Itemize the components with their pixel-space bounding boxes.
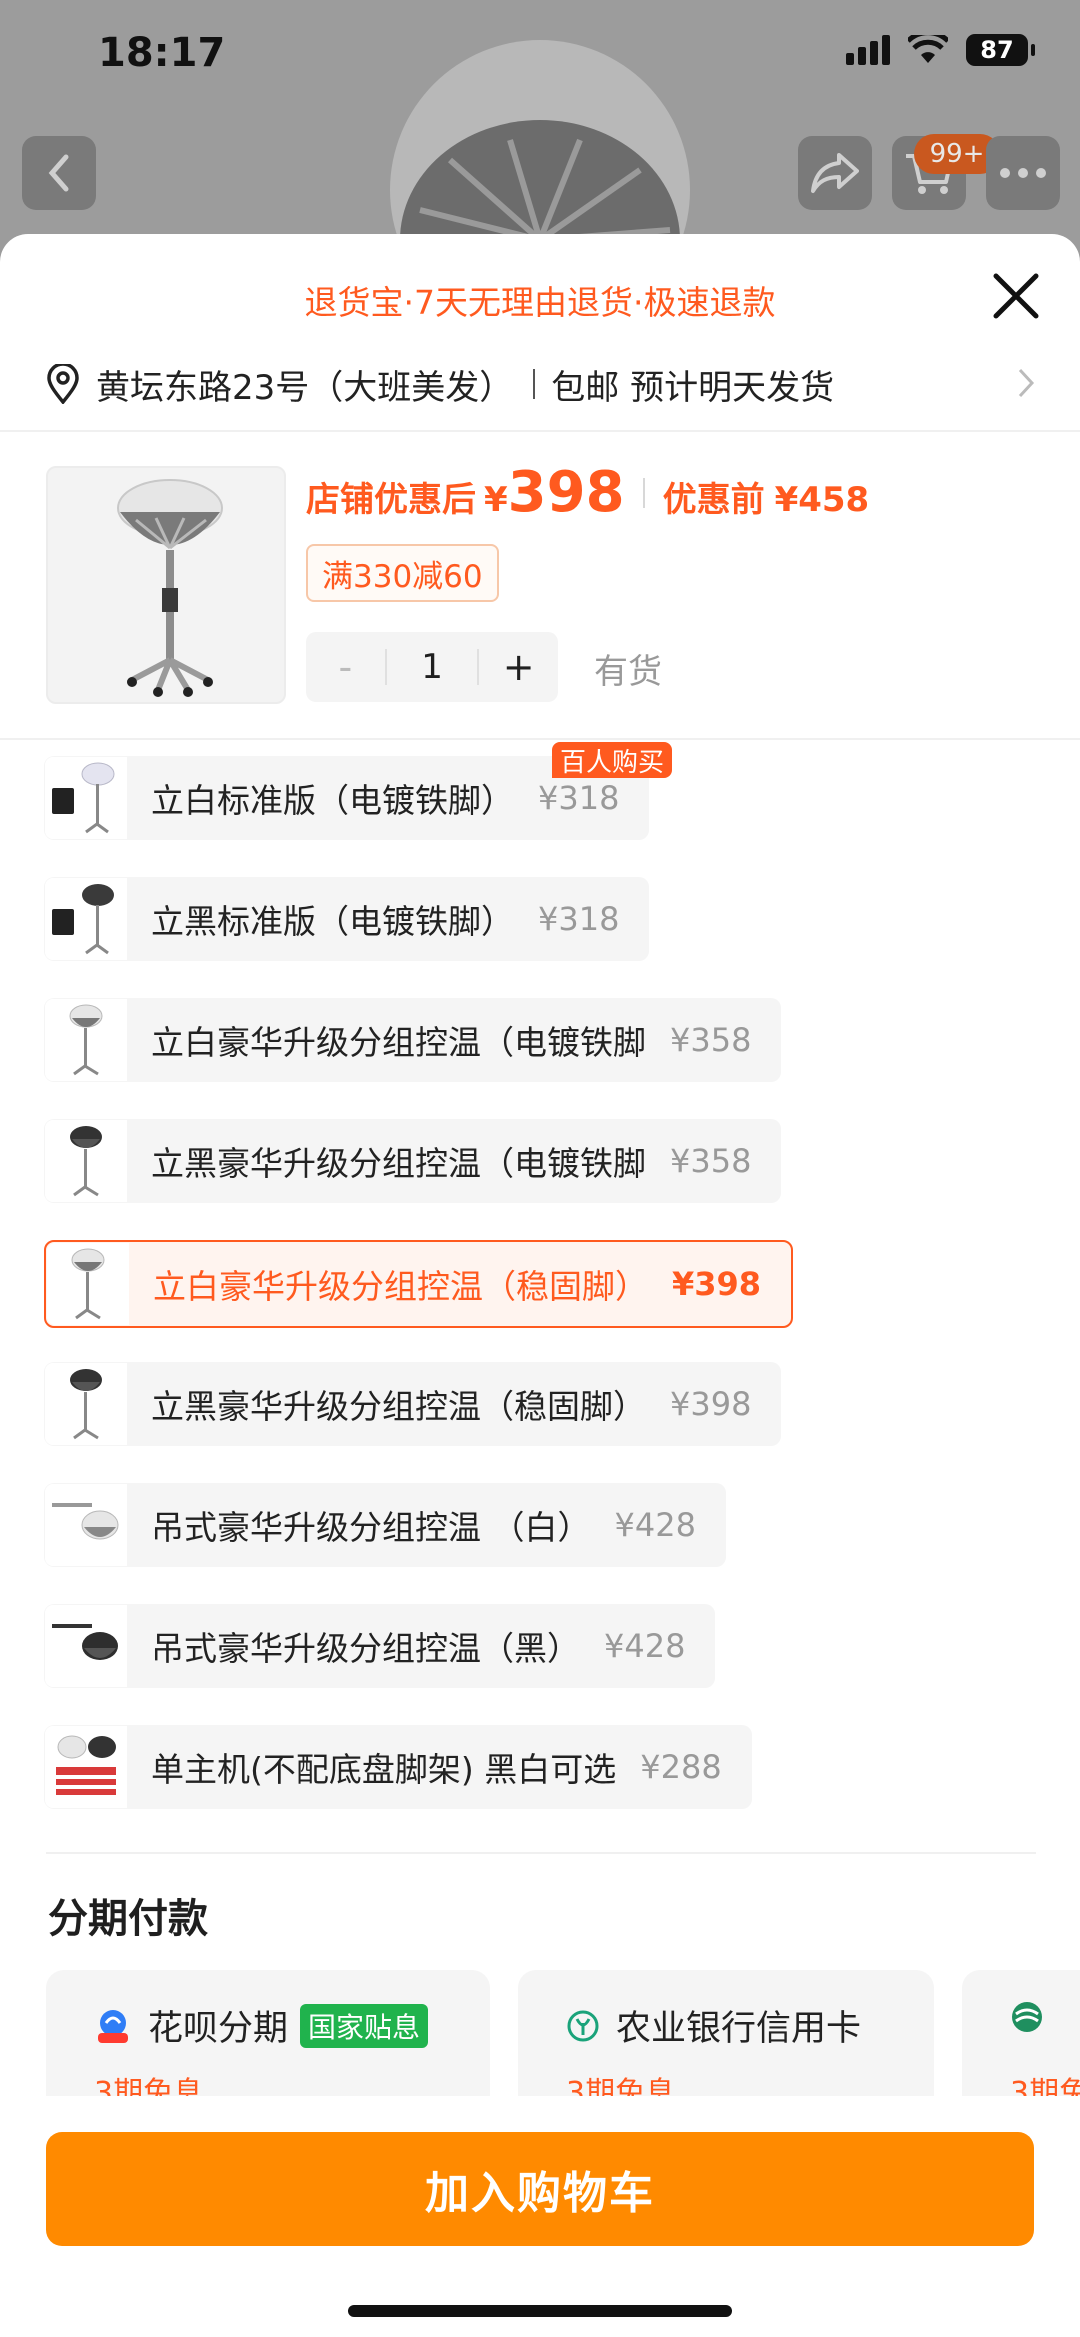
increase-quantity-button[interactable]: + (479, 645, 558, 689)
agricultural-bank-icon (567, 2010, 599, 2041)
battery-level: 87 (980, 36, 1014, 64)
more-button[interactable] (986, 136, 1060, 210)
decrease-quantity-button[interactable]: - (306, 645, 385, 689)
promo-tag: 满330减60 (306, 544, 499, 602)
price-divider (642, 477, 645, 508)
status-bar: 18:17 87 (0, 0, 1080, 110)
option-price: ¥318 (538, 900, 620, 938)
discounted-price: 398 (507, 460, 625, 525)
sku-option[interactable]: 立白豪华升级分组控温（电镀铁脚 ¥358 (44, 998, 782, 1082)
shipping-info: 包邮 预计明天发货 (551, 367, 835, 408)
subsidy-tag: 国家贴息 (300, 2003, 429, 2048)
option-thumbnail (45, 1605, 127, 1687)
option-price: ¥358 (670, 1142, 752, 1180)
white-stand-dryer-image (71, 1248, 105, 1320)
option-name: 吊式豪华升级分组控温（黑） (151, 1629, 580, 1668)
black-stand-dryer-image (52, 884, 114, 955)
add-to-cart-button[interactable]: 加入购物车 (46, 2132, 1034, 2246)
option-price: ¥358 (670, 1021, 752, 1059)
divider (46, 1852, 1036, 1854)
option-name: 立白豪华升级分组控温（稳固脚） (153, 1267, 648, 1306)
white-stand-dryer-image (69, 1004, 103, 1076)
option-price: ¥398 (670, 1385, 752, 1423)
option-thumbnail (45, 1120, 127, 1202)
option-name: 立黑标准版（电镀铁脚） (151, 902, 514, 941)
share-icon (811, 153, 859, 193)
bestseller-badge: 百人购买 (552, 742, 673, 778)
option-thumbnail (45, 1484, 127, 1566)
option-thumbnail (45, 878, 127, 960)
status-icons: 87 (846, 34, 1035, 66)
option-name: 立白豪华升级分组控温（电镀铁脚 (151, 1023, 646, 1062)
price-line: 店铺优惠后 ¥ 398 优惠前 ¥458 (306, 460, 869, 525)
installment-section-title: 分期付款 (48, 1896, 208, 1942)
delivery-address-row[interactable]: 黄坛东路23号（大班美发） 包邮 预计明天发货 (46, 352, 1036, 416)
option-thumbnail (45, 1363, 127, 1445)
white-stand-dryer-image (52, 762, 115, 834)
sku-option[interactable]: 吊式豪华升级分组控温（黑） ¥428 (44, 1604, 716, 1688)
option-thumbnail (45, 757, 127, 839)
home-indicator[interactable] (348, 2305, 732, 2317)
option-price: ¥428 (604, 1627, 686, 1665)
option-name: 立黑豪华升级分组控温（稳固脚） (151, 1387, 646, 1426)
battery-indicator: 87 (966, 34, 1035, 66)
sku-option[interactable]: 立黑豪华升级分组控温（稳固脚） ¥398 (44, 1362, 782, 1446)
sku-option[interactable]: 吊式豪华升级分组控温 （白） ¥428 (44, 1483, 726, 1567)
location-pin-icon (47, 364, 79, 404)
divider (0, 430, 1080, 432)
sku-option-selected[interactable]: 立白豪华升级分组控温（稳固脚） ¥398 (44, 1240, 794, 1328)
option-name: 单主机(不配底盘脚架) 黑白可选 (151, 1750, 617, 1789)
white-hanging-dryer-image (52, 1503, 119, 1540)
selected-sku-thumbnail[interactable] (46, 466, 286, 704)
divider (0, 738, 1080, 740)
installment-card-header (1010, 2000, 1044, 2034)
installment-card-header: 农业银行信用卡 (566, 2000, 861, 2051)
address-divider (533, 369, 536, 399)
option-thumbnail (45, 999, 127, 1081)
sku-option[interactable]: 立白标准版（电镀铁脚） ¥318 百人购买 (44, 742, 673, 840)
huabei-icon (98, 2009, 128, 2043)
quantity-stepper: - 1 + (306, 632, 558, 702)
bank-icon (1012, 2002, 1042, 2032)
option-price: ¥318 (538, 779, 620, 817)
delivery-address: 黄坛东路23号（大班美发） (96, 367, 514, 408)
option-price: ¥398 (672, 1265, 762, 1303)
status-time: 18:17 (98, 30, 226, 76)
option-price: ¥428 (614, 1506, 696, 1544)
currency-symbol: ¥ (484, 480, 508, 520)
sku-option[interactable]: 单主机(不配底盘脚架) 黑白可选 ¥288 (44, 1725, 752, 1809)
sku-option[interactable]: 立黑豪华升级分组控温（电镀铁脚 ¥358 (44, 1119, 782, 1203)
installment-name: 花呗分期 (148, 2009, 289, 2049)
chevron-right-icon (1018, 368, 1035, 398)
close-icon[interactable] (990, 270, 1042, 322)
quantity-value[interactable]: 1 (384, 649, 480, 685)
option-thumbnail (45, 1726, 127, 1808)
chevron-left-icon (48, 154, 69, 192)
installment-name: 农业银行信用卡 (616, 2009, 862, 2049)
black-hanging-dryer-image (52, 1624, 118, 1660)
option-name: 立白标准版（电镀铁脚） (151, 781, 514, 820)
more-dots-icon (1000, 168, 1046, 178)
installment-card-header: 花呗分期 国家贴息 (94, 2000, 429, 2051)
option-name: 立黑豪华升级分组控温（电镀铁脚 (151, 1144, 646, 1183)
sku-selection-sheet: 退货宝·7天无理由退货·极速退款 黄坛东路23号（大班美发） 包邮 预计明天发货… (0, 234, 1080, 2337)
sku-option[interactable]: 立黑标准版（电镀铁脚） ¥318 (44, 877, 650, 961)
black-stand-dryer-image (70, 1126, 102, 1197)
signal-icon (846, 35, 890, 65)
wifi-icon (908, 35, 948, 63)
after-discount-label: 店铺优惠后 (306, 480, 476, 520)
option-price: ¥288 (640, 1748, 722, 1786)
before-discount-label: 优惠前 (662, 480, 765, 520)
share-button[interactable] (798, 136, 872, 210)
back-button[interactable] (22, 136, 96, 210)
option-thumbnail (47, 1243, 129, 1325)
dryer-heads-image (56, 1735, 116, 1795)
black-stand-dryer-image (70, 1369, 102, 1440)
hair-dryer-stand-image (117, 479, 223, 697)
stock-status: 有货 (594, 652, 662, 692)
return-policy-banner: 退货宝·7天无理由退货·极速退款 (304, 283, 776, 322)
option-name: 吊式豪华升级分组控温 （白） (151, 1508, 591, 1547)
original-price: ¥458 (774, 480, 870, 520)
